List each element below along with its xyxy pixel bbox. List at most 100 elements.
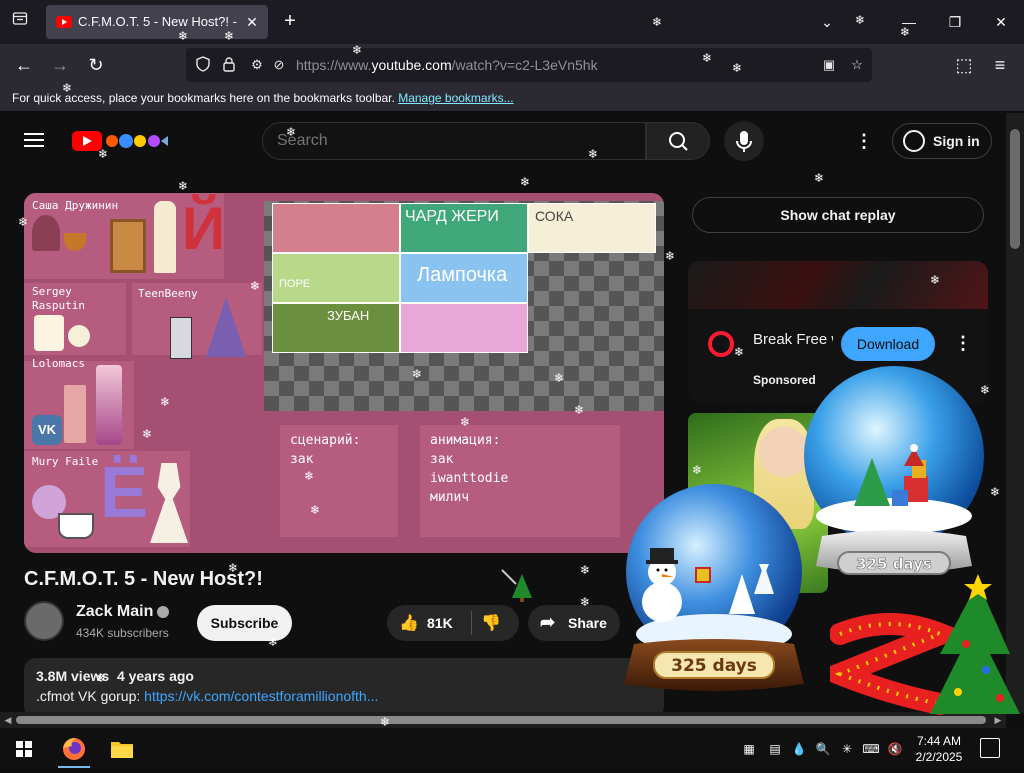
snowflake-icon: ❄	[18, 215, 29, 229]
ad-more-icon[interactable]: ⋮	[954, 333, 972, 354]
snowflake-icon: ❄	[178, 179, 189, 193]
volume-muted-icon[interactable]: 🔇	[886, 740, 904, 758]
day-counter-label: 325 days	[671, 656, 757, 676]
video-player[interactable]: Саша Дружинин Й Sergey Rasputin TeenBeen…	[24, 193, 664, 553]
youtube-favicon-icon	[56, 16, 72, 28]
thumbnail-1	[272, 203, 400, 253]
manage-bookmarks-link[interactable]: Manage bookmarks...	[398, 91, 513, 105]
snowflake-icon: ❄	[574, 403, 585, 417]
vk-group-link[interactable]: https://vk.com/contestforamillionofth...	[144, 688, 378, 704]
subscriber-count: 434K subscribers	[76, 626, 169, 640]
reader-view-icon[interactable]: ▣	[820, 56, 838, 74]
big-letter-2: Ё	[100, 453, 149, 533]
close-window-button[interactable]: ✕	[986, 8, 1016, 36]
tray-drop-icon[interactable]: 💧	[790, 740, 808, 758]
tab-bar: C.F.M.O.T. 5 - New Host?! - YouTube ✕ + …	[0, 0, 1024, 44]
portrait-art	[110, 219, 146, 273]
snowflake-icon: ❄	[900, 25, 911, 39]
shield-icon[interactable]	[194, 56, 212, 74]
snowflake-icon: ❄	[142, 427, 153, 441]
permissions-icon[interactable]: ⚙	[248, 56, 266, 74]
snowflake-icon: ❄	[96, 671, 107, 685]
character-art	[68, 325, 90, 347]
tab-list-icon[interactable]	[8, 10, 32, 34]
big-letter-1: Й	[182, 195, 226, 262]
snowflake-icon: ❄	[732, 61, 743, 75]
system-clock[interactable]: 7:44 AM 2/2/2025	[908, 733, 970, 765]
snowflake-icon: ❄	[178, 29, 189, 43]
restore-button[interactable]: ❐	[940, 8, 970, 36]
thumbs-down-icon[interactable]: 👎	[481, 613, 501, 633]
snow-globe-snowman: 325 days	[624, 484, 804, 691]
list-all-tabs-icon[interactable]: ⌄	[812, 8, 842, 36]
reload-button[interactable]: ↻	[82, 52, 110, 78]
ad-title: Break Free with Oper...	[753, 331, 833, 348]
network-icon[interactable]: ⌨	[862, 740, 880, 758]
clock-date: 2/2/2025	[915, 750, 963, 764]
tray-icon[interactable]: ▦	[740, 740, 758, 758]
player-name-1: Саша Дружинин	[32, 199, 119, 212]
ad-download-button[interactable]: Download	[841, 327, 935, 361]
vk-logo-icon: VK	[32, 415, 62, 445]
active-tab[interactable]: C.F.M.O.T. 5 - New Host?! - YouTube ✕	[46, 5, 268, 39]
snowflake-icon: ❄	[692, 463, 703, 477]
guide-menu-icon[interactable]	[24, 129, 48, 153]
tab-close-icon[interactable]: ✕	[242, 12, 262, 32]
url-bar[interactable]: ⚙ ⊘ https://www.youtube.com/watch?v=c2-L…	[186, 48, 872, 82]
tray-search-icon[interactable]: 🔍	[814, 740, 832, 758]
thumbnail-6: ЗУБАН	[272, 303, 400, 353]
extensions-icon[interactable]: ⬚	[950, 52, 978, 78]
christmas-tree-decoration	[830, 574, 1020, 715]
forward-button[interactable]: →	[46, 52, 74, 78]
credit-1-title: сценарий:	[290, 433, 361, 448]
navigation-bar: ← → ↻ ⚙ ⊘ https://www.youtube.com/watch?…	[0, 44, 1024, 86]
snowflake-icon: ❄	[855, 13, 866, 27]
snowflake-icon: ❄	[580, 563, 591, 577]
search-button[interactable]	[646, 122, 710, 160]
youtube-doodle[interactable]	[104, 130, 168, 152]
menu-hamburger-icon[interactable]: ≡	[986, 52, 1014, 78]
autoplay-blocked-icon[interactable]: ⊘	[270, 56, 288, 74]
snowflake-icon: ❄	[310, 503, 321, 517]
channel-avatar[interactable]	[24, 601, 64, 641]
search-icon	[669, 132, 688, 151]
tray-icon[interactable]: ▤	[766, 740, 784, 758]
snowflake-icon: ❄	[554, 371, 565, 385]
tray-snow-icon[interactable]: ✳	[838, 740, 856, 758]
notifications-icon[interactable]	[980, 738, 1000, 758]
like-dislike-group[interactable]: 👍 81K 👎	[387, 605, 519, 641]
new-tab-button[interactable]: +	[278, 9, 302, 33]
bookmark-star-icon[interactable]: ☆	[848, 56, 866, 74]
snowflake-icon: ❄	[304, 469, 315, 483]
character-art	[170, 317, 192, 359]
snowflake-icon: ❄	[930, 273, 941, 287]
description-box[interactable]: 3.8M views 4 years ago .cfmot VK gorup: …	[24, 658, 664, 713]
snowflake-icon: ❄	[702, 51, 713, 65]
video-meta: 3.8M views 4 years ago	[36, 668, 194, 684]
share-button[interactable]: ➦ Share	[528, 605, 620, 641]
taskbar-firefox[interactable]	[50, 730, 98, 768]
player-name-2: Sergey Rasputin	[32, 285, 85, 312]
snowflake-icon: ❄	[814, 171, 825, 185]
lock-icon[interactable]	[220, 56, 238, 74]
search-input[interactable]	[277, 132, 617, 150]
show-chat-replay-button[interactable]: Show chat replay	[692, 197, 984, 233]
like-count: 81K	[427, 615, 453, 631]
taskbar-file-explorer[interactable]	[98, 730, 146, 768]
snowflake-icon: ❄	[224, 29, 235, 43]
snowflake-icon: ❄	[352, 43, 363, 57]
thumbs-up-icon[interactable]: 👍	[399, 613, 419, 633]
voice-search-button[interactable]	[724, 121, 764, 161]
cup-art	[58, 513, 94, 539]
start-button[interactable]	[0, 730, 48, 768]
channel-name[interactable]: Zack Main	[76, 603, 170, 621]
scroll-left-arrow-icon[interactable]: ◀	[0, 712, 16, 728]
character-art	[32, 215, 60, 251]
settings-more-icon[interactable]: ⋮	[852, 129, 876, 153]
back-button[interactable]: ←	[10, 52, 38, 78]
url-text: https://www.youtube.com/watch?v=c2-L3eVn…	[296, 57, 598, 73]
snowflake-icon: ❄	[980, 383, 991, 397]
ad-banner-image	[688, 261, 988, 309]
scroll-thumb[interactable]	[1010, 129, 1020, 249]
sign-in-button[interactable]: Sign in	[892, 123, 992, 159]
